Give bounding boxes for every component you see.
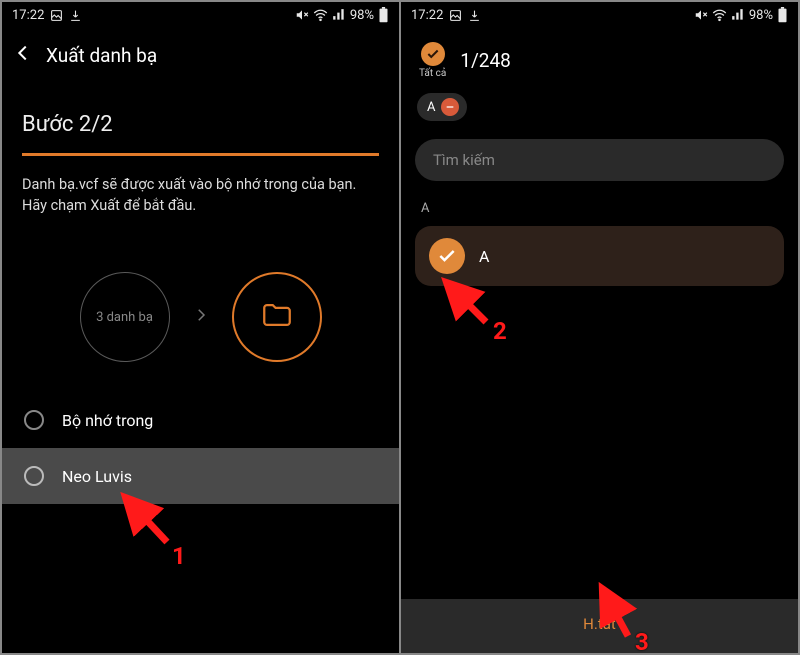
- check-icon: [421, 42, 445, 66]
- wifi-icon: [712, 8, 727, 23]
- contact-count-circle: 3 danh bạ: [80, 272, 170, 362]
- step-section: Bước 2/2: [2, 78, 399, 141]
- chevron-right-icon: [192, 306, 210, 328]
- picture-icon: [50, 9, 63, 22]
- description: Danh bạ.vcf sẽ được xuất vào bộ nhớ tron…: [2, 156, 399, 216]
- folder-circle: [232, 272, 322, 362]
- picture-icon: [449, 9, 462, 22]
- section-header: A: [401, 189, 798, 222]
- status-bar: 17:22 98%: [401, 2, 798, 28]
- search-placeholder: Tìm kiếm: [433, 151, 495, 169]
- status-battery: 98%: [350, 8, 374, 23]
- header: Xuất danh bạ: [2, 28, 399, 78]
- selection-counter: 1/248: [460, 49, 511, 72]
- mute-icon: [694, 8, 708, 22]
- status-time: 17:22: [12, 8, 44, 23]
- back-icon[interactable]: [12, 42, 34, 68]
- status-battery: 98%: [749, 8, 773, 23]
- screen-export-contacts: 17:22 98% Xuất danh bạ Bước 2/2 Danh bạ.…: [2, 2, 399, 653]
- contact-name: A: [479, 247, 489, 266]
- signal-icon: [731, 8, 745, 22]
- download-icon: [468, 9, 481, 22]
- step-label: Bước 2/2: [22, 112, 379, 137]
- battery-icon: [378, 7, 389, 23]
- mute-icon: [295, 8, 309, 22]
- page-title: Xuất danh bạ: [46, 44, 157, 67]
- wifi-icon: [313, 8, 328, 23]
- storage-options: Bộ nhớ trong Neo Luvis: [2, 392, 399, 504]
- chip-label: A: [427, 100, 435, 115]
- search-input[interactable]: Tìm kiếm: [415, 139, 784, 181]
- select-all-toggle[interactable]: Tất cả: [419, 42, 446, 79]
- option-label: Bộ nhớ trong: [62, 411, 153, 430]
- radio-icon: [24, 466, 44, 486]
- status-bar: 17:22 98%: [2, 2, 399, 28]
- contact-row[interactable]: A: [415, 226, 784, 286]
- annotation-number-1: 1: [172, 542, 186, 570]
- folder-icon: [260, 298, 294, 336]
- select-all-label: Tất cả: [419, 68, 446, 79]
- battery-icon: [777, 7, 788, 23]
- annotation-number-3: 3: [635, 628, 649, 653]
- option-internal-storage[interactable]: Bộ nhớ trong: [2, 392, 399, 448]
- signal-icon: [332, 8, 346, 22]
- selection-header: Tất cả 1/248: [401, 28, 798, 87]
- option-neo-luvis[interactable]: Neo Luvis: [2, 448, 399, 504]
- download-icon: [69, 9, 82, 22]
- option-label: Neo Luvis: [62, 467, 132, 486]
- chip-row: A: [401, 87, 798, 131]
- export-visual: 3 danh bạ: [2, 252, 399, 382]
- remove-icon[interactable]: [441, 98, 459, 116]
- done-button[interactable]: H.tất: [401, 599, 798, 653]
- status-time: 17:22: [411, 8, 443, 23]
- screen-select-contacts: 17:22 98% Tất cả 1/248 A Tìm kiếm A A: [399, 2, 798, 653]
- selected-chip[interactable]: A: [417, 93, 467, 121]
- check-icon: [429, 238, 465, 274]
- radio-icon: [24, 410, 44, 430]
- annotation-number-2: 2: [493, 317, 507, 345]
